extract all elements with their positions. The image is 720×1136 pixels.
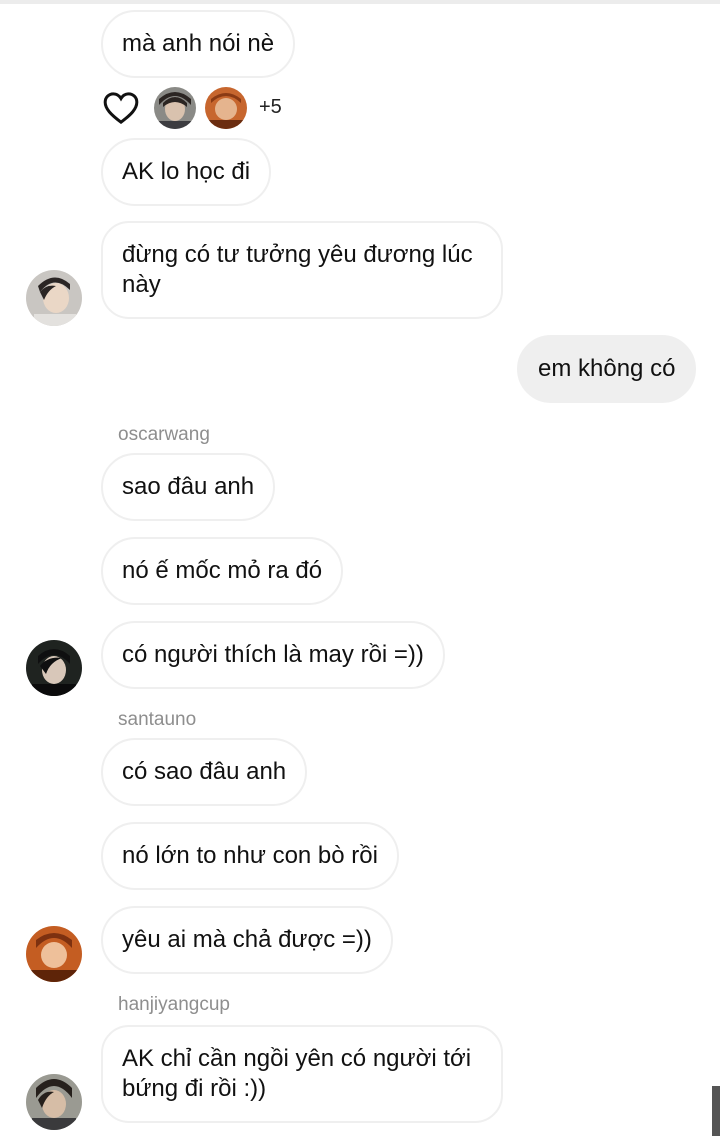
message-text: yêu ai mà chả được =)) <box>122 926 372 953</box>
heart-outline-icon[interactable] <box>101 88 141 128</box>
my-message-bubble[interactable]: em không có <box>517 335 697 403</box>
message-text: có người thích là may rồi =)) <box>122 641 424 668</box>
message-text: AK chỉ cần ngồi yên có người tới bứng đi… <box>122 1045 472 1102</box>
reactor-avatar <box>154 87 196 129</box>
message-bubble[interactable]: nó ế mốc mỏ ra đó <box>101 537 344 605</box>
message-text: sao đâu anh <box>122 473 255 500</box>
message-text: mà anh nói nè <box>122 30 275 57</box>
message-bubble[interactable]: yêu ai mà chả được =)) <box>101 906 393 974</box>
message-text: AK lo học đi <box>122 158 251 185</box>
sender-avatar[interactable] <box>26 1074 82 1130</box>
message-bubble[interactable]: đừng có tư tưởng yêu đương lúc này <box>101 221 503 319</box>
message-bubble[interactable]: có người thích là may rồi =)) <box>101 621 445 689</box>
sender-username: oscarwang <box>118 424 210 445</box>
sender-username: hanjiyangcup <box>118 994 230 1015</box>
sender-username: santauno <box>118 709 197 730</box>
message-text: có sao đâu anh <box>122 758 287 785</box>
message-bubble[interactable]: AK lo học đi <box>101 138 272 206</box>
message-bubble[interactable]: sao đâu anh <box>101 453 276 521</box>
message-text: nó ế mốc mỏ ra đó <box>122 557 323 584</box>
reaction-count[interactable]: +5 <box>259 96 282 119</box>
reactor-avatar <box>205 87 247 129</box>
top-divider <box>0 0 720 4</box>
message-bubble[interactable]: nó lớn to như con bò rồi <box>101 822 399 890</box>
sender-avatar[interactable] <box>26 640 82 696</box>
sender-avatar[interactable] <box>26 926 82 982</box>
message-bubble[interactable]: AK chỉ cần ngồi yên có người tới bứng đi… <box>101 1025 503 1123</box>
sender-avatar[interactable] <box>26 270 82 326</box>
message-bubble[interactable]: mà anh nói nè <box>101 10 296 78</box>
message-text: đừng có tư tưởng yêu đương lúc này <box>122 241 473 298</box>
scrollbar-thumb[interactable] <box>712 1086 720 1136</box>
message-text: nó lớn to như con bò rồi <box>122 842 378 869</box>
message-bubble[interactable]: có sao đâu anh <box>101 738 308 806</box>
message-text: em không có <box>538 355 676 382</box>
